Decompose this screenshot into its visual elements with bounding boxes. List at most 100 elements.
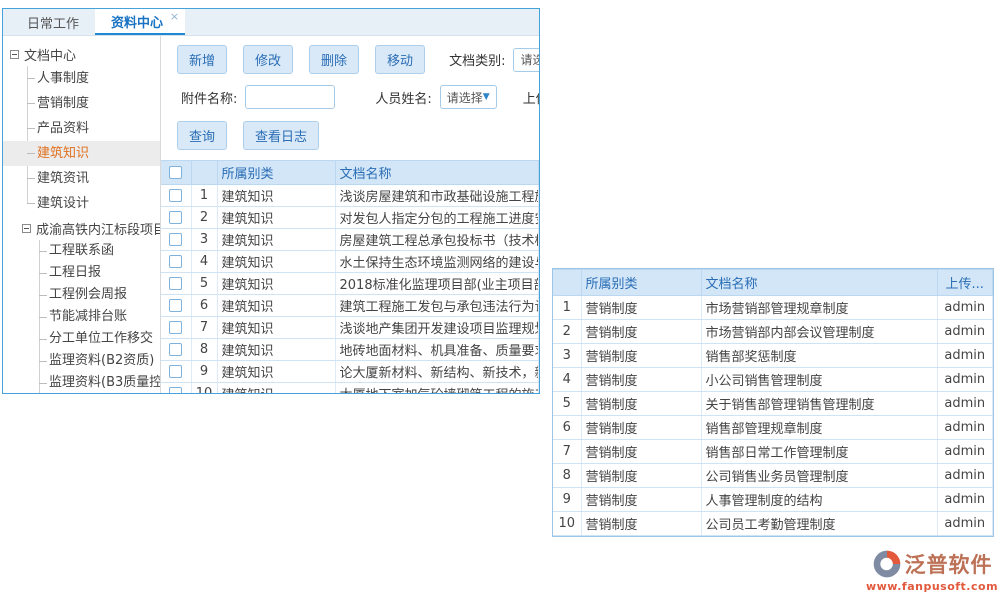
select-all-checkbox[interactable]	[169, 166, 182, 179]
select-all-header	[161, 161, 191, 185]
person-name-select[interactable]: 请选择 ▼	[440, 85, 497, 109]
tree-item[interactable]: 分工单位工作移交	[3, 328, 160, 350]
row-checkbox[interactable]	[169, 343, 182, 356]
table-row[interactable]: 4 营销制度 小公司销售管理制度 admin	[553, 368, 993, 392]
close-icon[interactable]: ×	[170, 10, 179, 23]
tab-daily-work[interactable]: 日常工作	[11, 9, 95, 35]
row-index: 10	[553, 512, 581, 536]
tree-root-project[interactable]: 成渝高铁内江标段项目	[3, 216, 160, 240]
row-index: 1	[553, 296, 581, 320]
table-row[interactable]: 2 营销制度 市场营销部内部会议管理制度 admin	[553, 320, 993, 344]
tree-root-label: 成渝高铁内江标段项目	[36, 219, 161, 238]
row-category: 建筑知识	[217, 383, 335, 394]
row-category: 建筑知识	[217, 273, 335, 295]
brand-url: www.fanpusoft.com	[862, 580, 1000, 593]
doc-category-value: 请选择	[520, 51, 539, 68]
query-row: 查询 查看日志	[177, 121, 539, 150]
row-index: 9	[553, 488, 581, 512]
table-row[interactable]: 3 营销制度 销售部奖惩制度 admin	[553, 344, 993, 368]
collapse-icon[interactable]	[10, 50, 19, 59]
table-row[interactable]: 1 营销制度 市场营销部管理规章制度 admin	[553, 296, 993, 320]
docname-header: 文档名称	[335, 161, 539, 185]
edit-button[interactable]: 修改	[243, 45, 293, 74]
table-row[interactable]: 9 建筑知识 论大厦新材料、新结构、新技术，新工...	[161, 361, 539, 383]
tree-item[interactable]: 建筑知识	[3, 141, 160, 166]
tree-item[interactable]: 建筑资讯	[3, 166, 160, 191]
index-header	[191, 161, 217, 185]
table-row[interactable]: 1 建筑知识 浅谈房屋建筑和市政基础设施工程施工...	[161, 185, 539, 207]
table-row[interactable]: 10 建筑知识 大厦地下室加气砼墙砌筑工程的施工方...	[161, 383, 539, 394]
row-category: 建筑知识	[217, 317, 335, 339]
table-row[interactable]: 2 建筑知识 对发包人指定分包的工程施工进度安排...	[161, 207, 539, 229]
view-log-button[interactable]: 查看日志	[243, 121, 319, 150]
table-row[interactable]: 10 营销制度 公司员工考勤管理制度 admin	[553, 512, 993, 536]
tab-bar: 日常工作 资料中心 ×	[3, 9, 539, 36]
row-category: 营销制度	[581, 344, 701, 368]
row-uploader: admin	[937, 296, 993, 320]
row-checkbox[interactable]	[169, 211, 182, 224]
row-checkbox[interactable]	[169, 189, 182, 202]
table-row[interactable]: 6 营销制度 销售部管理规章制度 admin	[553, 416, 993, 440]
row-category: 营销制度	[581, 296, 701, 320]
attachment-name-input[interactable]	[245, 85, 335, 109]
row-checkbox[interactable]	[169, 255, 182, 268]
table-row[interactable]: 5 建筑知识 2018标准化监理项目部(业主项目部)人员...	[161, 273, 539, 295]
row-index: 2	[553, 320, 581, 344]
row-index: 6	[553, 416, 581, 440]
row-checkbox[interactable]	[169, 277, 182, 290]
table-row[interactable]: 9 营销制度 人事管理制度的结构 admin	[553, 488, 993, 512]
table-row[interactable]: 7 建筑知识 浅谈地产集团开发建设项目监理规划编...	[161, 317, 539, 339]
row-docname: 浅谈地产集团开发建设项目监理规划编...	[335, 317, 539, 339]
doc-category-select[interactable]: 请选择 ▼	[513, 48, 539, 72]
tree-group-document-center: 人事制度 营销制度 产品资料 建筑知识 建筑资讯 建筑设计	[3, 66, 160, 216]
row-checkbox[interactable]	[169, 321, 182, 334]
add-button[interactable]: 新增	[177, 45, 227, 74]
person-name-label: 人员姓名:	[375, 88, 431, 107]
tree-item[interactable]: 建筑设计	[3, 191, 160, 216]
tree-item[interactable]: 工程联系函	[3, 240, 160, 262]
document-table: 所属别类 文档名称 1 建筑知识 浅谈房屋建筑和市政基础设施工程施工...	[161, 160, 539, 393]
row-index: 4	[553, 368, 581, 392]
tab-data-center[interactable]: 资料中心 ×	[95, 9, 185, 35]
row-docname: 论大厦新材料、新结构、新技术，新工...	[335, 361, 539, 383]
tree-item[interactable]: 工程日报	[3, 262, 160, 284]
tree-root-document-center[interactable]: 文档中心	[3, 42, 160, 66]
tree-item[interactable]: 监理资料(B2资质)	[3, 350, 160, 372]
row-index: 4	[191, 251, 217, 273]
delete-button[interactable]: 删除	[309, 45, 359, 74]
row-docname: 水土保持生态环境监测网络的建设与资...	[335, 251, 539, 273]
tree-item[interactable]: 节能减排台账	[3, 306, 160, 328]
row-docname: 人事管理制度的结构	[701, 488, 937, 512]
table-row[interactable]: 5 营销制度 关于销售部管理销售管理制度 admin	[553, 392, 993, 416]
filter-row: 附件名称: 人员姓名: 请选择 ▼ 上传日期	[181, 85, 539, 109]
row-docname: 2018标准化监理项目部(业主项目部)人员...	[335, 273, 539, 295]
tree-item[interactable]: 工程例会周报	[3, 284, 160, 306]
row-category: 营销制度	[581, 512, 701, 536]
row-index: 7	[191, 317, 217, 339]
tree-item[interactable]: 人事制度	[3, 66, 160, 91]
move-button[interactable]: 移动	[375, 45, 425, 74]
fanpu-logo: 泛普软件 www.fanpusoft.com	[862, 549, 1000, 593]
row-checkbox[interactable]	[169, 387, 182, 393]
query-button[interactable]: 查询	[177, 121, 227, 150]
tree-item[interactable]: 营销制度	[3, 91, 160, 116]
tree-item[interactable]: 监理资料(B3质量控制)	[3, 372, 160, 393]
table-row[interactable]: 8 营销制度 公司销售业务员管理制度 admin	[553, 464, 993, 488]
table-row[interactable]: 6 建筑知识 建筑工程施工发包与承包违法行为认定...	[161, 295, 539, 317]
table-row[interactable]: 7 营销制度 销售部日常工作管理制度 admin	[553, 440, 993, 464]
row-checkbox[interactable]	[169, 299, 182, 312]
doc-category-label: 文档类别:	[449, 50, 505, 69]
row-index: 5	[191, 273, 217, 295]
collapse-icon[interactable]	[22, 224, 31, 233]
table-row[interactable]: 4 建筑知识 水土保持生态环境监测网络的建设与资...	[161, 251, 539, 273]
row-checkbox[interactable]	[169, 365, 182, 378]
tree-item[interactable]: 产品资料	[3, 116, 160, 141]
row-category: 营销制度	[581, 464, 701, 488]
row-index: 7	[553, 440, 581, 464]
row-checkbox[interactable]	[169, 233, 182, 246]
table-row[interactable]: 3 建筑知识 房屋建筑工程总承包投标书（技术标）...	[161, 229, 539, 251]
row-category: 营销制度	[581, 392, 701, 416]
table-row[interactable]: 8 建筑知识 地砖地面材料、机具准备、质量要求及...	[161, 339, 539, 361]
row-uploader: admin	[937, 416, 993, 440]
row-index: 3	[191, 229, 217, 251]
